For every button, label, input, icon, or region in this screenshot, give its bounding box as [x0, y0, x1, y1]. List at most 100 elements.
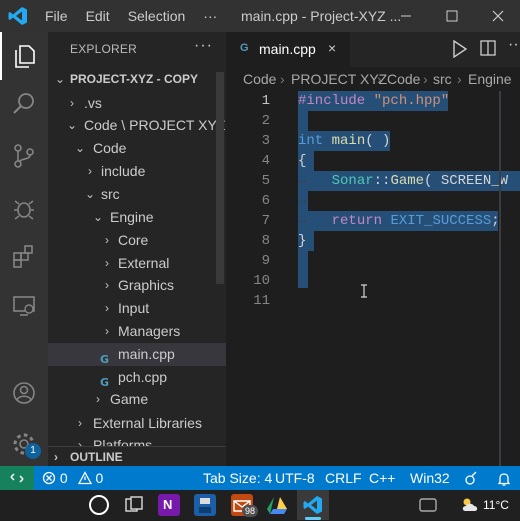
line-number: 1 [261, 93, 270, 109]
save-disk-icon[interactable] [194, 494, 216, 516]
menu-more[interactable]: ··· [194, 0, 226, 32]
source-control-icon[interactable] [0, 132, 48, 180]
code-line: → Sonar::Game( SCREEN_W [298, 173, 509, 189]
tree-item-external[interactable]: › External [48, 252, 226, 275]
mail-badge: 98 [242, 505, 259, 517]
tree-item-managers[interactable]: › Managers [48, 320, 226, 343]
account-icon[interactable] [0, 369, 48, 417]
breadcrumb: Code › PROJECT XYZ › Code › src › Engine [226, 67, 520, 91]
editor-tab-bar: G main.cpp × ··· [226, 32, 520, 67]
code-line: → [298, 193, 307, 209]
settings-gear-icon[interactable] [0, 420, 48, 468]
vscode-logo-icon [0, 0, 36, 32]
tree-item-include[interactable]: › include [48, 160, 226, 183]
chevron-right-icon: › [105, 233, 109, 247]
tree-item-external-libraries[interactable]: › External Libraries [48, 412, 226, 435]
tree-item-code[interactable]: ⌄ Code [48, 137, 226, 160]
problems-indicator[interactable]: 0 0 [42, 466, 103, 490]
task-view-icon[interactable] [123, 494, 145, 516]
tree-item-core[interactable]: › Core [48, 229, 226, 252]
warning-icon [77, 471, 92, 485]
line-number: 11 [253, 293, 270, 309]
chevron-down-icon: ⌄ [74, 141, 86, 155]
platform-indicator[interactable]: Win32 [410, 466, 450, 490]
encoding-indicator[interactable]: UTF-8 [275, 466, 315, 490]
tree-item-engine[interactable]: ⌄ Engine [48, 206, 226, 229]
title-bar: File Edit Selection ··· main.cpp - Proje… [0, 0, 520, 32]
menu-selection[interactable]: Selection [119, 0, 195, 32]
sidebar-scrollbar[interactable] [216, 72, 224, 284]
editor-vertical-scrollbar[interactable] [499, 91, 501, 466]
run-debug-icon[interactable] [0, 184, 48, 232]
maximize-icon[interactable] [429, 0, 475, 32]
chevron-right-icon: › [105, 256, 109, 270]
close-tab-icon[interactable]: × [328, 40, 336, 56]
minimize-icon[interactable] [383, 0, 429, 32]
error-count: 0 [59, 470, 68, 486]
chevron-right-icon: › [78, 416, 82, 430]
tab-main-cpp[interactable]: G main.cpp × [226, 32, 350, 67]
search-icon[interactable] [89, 495, 109, 515]
extensions-icon[interactable] [0, 232, 48, 280]
chevron-down-icon: ⌄ [92, 210, 104, 224]
tree-item-input[interactable]: › Input [48, 297, 226, 320]
close-window-icon[interactable] [475, 0, 520, 32]
tree-item-main-cpp[interactable]: G main.cpp [48, 343, 226, 366]
line-number: 3 [261, 133, 270, 149]
taskbar-vscode-active[interactable] [297, 490, 329, 520]
selection-highlight [298, 271, 308, 288]
line-number: 2 [261, 113, 270, 129]
chevron-right-icon: › [88, 164, 92, 178]
chevron-right-icon: › [96, 392, 100, 406]
drive-icon[interactable] [266, 494, 288, 516]
tree-item-pch-cpp[interactable]: G pch.cpp [48, 366, 226, 389]
remote-indicator[interactable] [0, 466, 34, 490]
line-number: 8 [261, 233, 270, 249]
tree-item-graphics[interactable]: › Graphics [48, 274, 226, 297]
editor-more-icon[interactable]: ··· [508, 36, 520, 54]
menu-edit[interactable]: Edit [77, 0, 119, 32]
weather-cloud-icon[interactable] [459, 494, 481, 516]
tree-item-src[interactable]: ⌄ src [48, 183, 226, 206]
tree-item-game[interactable]: › Game [48, 388, 226, 411]
breadcrumb-item[interactable]: Code [243, 67, 276, 91]
text-cursor-icon [360, 284, 368, 303]
outline-section[interactable]: › OUTLINE [48, 446, 226, 466]
warning-count: 0 [95, 470, 104, 486]
chevron-right-icon: › [70, 96, 74, 110]
breadcrumb-item[interactable]: PROJECT XYZ [291, 67, 387, 91]
tree-root-folder[interactable]: ⌄ PROJECT-XYZ - COPY [48, 68, 226, 91]
chevron-right-icon: › [105, 301, 109, 315]
explorer-more-button[interactable]: ··· [194, 37, 213, 55]
code-editor[interactable]: 1 2 3 4 5 6 7 8 9 10 11 #include "pch.hp… [226, 91, 520, 466]
weather-temperature: 11°C [483, 498, 509, 512]
windows-taskbar: N 98 11°C [0, 490, 520, 520]
tab-size-indicator[interactable]: Tab Size: 4 [203, 466, 272, 490]
chevron-right-icon: › [105, 278, 109, 292]
search-icon[interactable] [0, 80, 48, 128]
chevron-down-icon: ⌄ [84, 187, 96, 201]
split-editor-icon[interactable] [480, 40, 496, 61]
selection-highlight [298, 111, 308, 131]
run-icon[interactable] [452, 39, 468, 63]
code-line: → return EXIT_SUCCESS; [298, 213, 500, 229]
breadcrumb-item[interactable]: Code [387, 67, 420, 91]
tree-item-code-project-xyz[interactable]: ⌄ Code \ PROJECT XYZ [48, 114, 226, 137]
onenote-icon[interactable]: N [158, 494, 180, 516]
explorer-icon[interactable] [0, 32, 48, 80]
menu-file[interactable]: File [36, 0, 77, 32]
line-number: 4 [261, 153, 270, 169]
eol-indicator[interactable]: CRLF [325, 466, 362, 490]
tray-app-icon[interactable] [417, 494, 439, 516]
line-number: 5 [261, 173, 270, 189]
chevron-down-icon: ⌄ [54, 72, 66, 86]
remote-explorer-icon[interactable] [0, 282, 48, 330]
language-mode-indicator[interactable]: C++ [369, 466, 395, 490]
breadcrumb-item[interactable]: Engine [468, 67, 512, 91]
code-line: #include "pch.hpp" [298, 93, 450, 109]
chevron-right-icon: › [105, 324, 109, 338]
breadcrumb-item[interactable]: src [433, 67, 452, 91]
tree-item-vs[interactable]: › .vs [48, 92, 226, 115]
line-number: 7 [261, 213, 270, 229]
chevron-right-icon: › [54, 450, 58, 464]
